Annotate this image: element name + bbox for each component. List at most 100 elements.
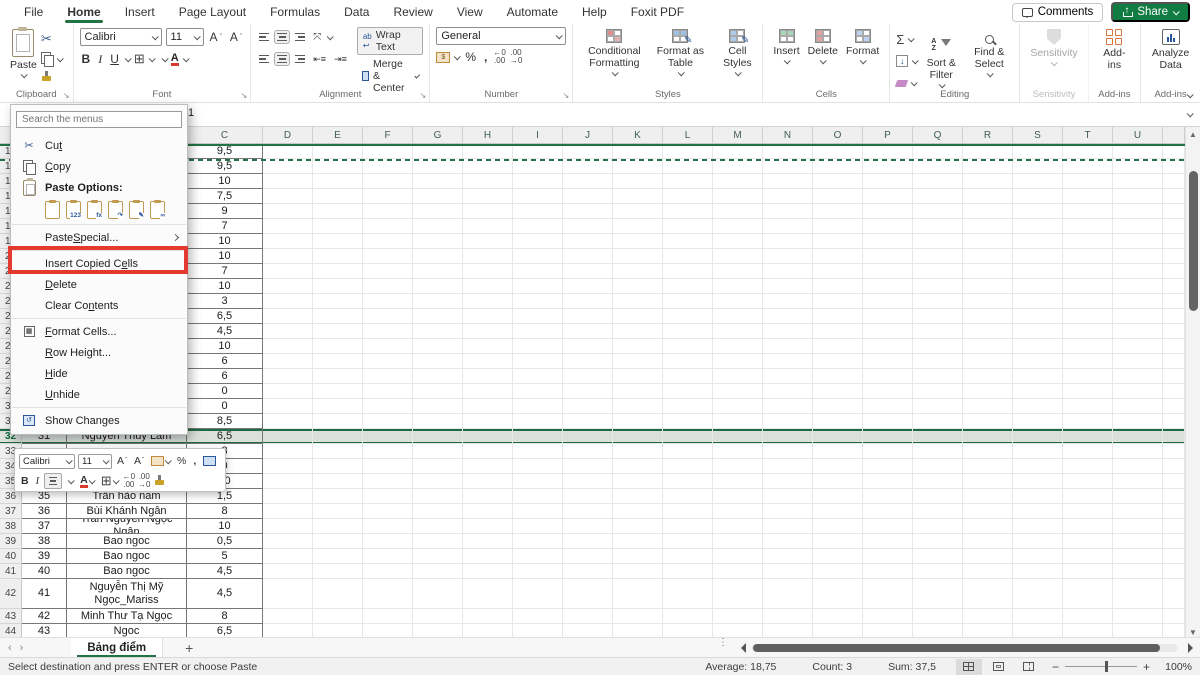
cell[interactable] (263, 159, 313, 174)
cell[interactable] (513, 309, 563, 324)
cell[interactable] (463, 294, 513, 309)
cell[interactable] (1113, 489, 1163, 504)
mini-borders-button[interactable]: ⊞ (99, 476, 120, 486)
cell[interactable] (713, 144, 763, 159)
cell[interactable] (1163, 429, 1185, 444)
cell[interactable] (1113, 504, 1163, 519)
cell[interactable] (913, 369, 963, 384)
cell[interactable] (463, 564, 513, 579)
mini-decrease-decimal-button[interactable]: .00→0 (138, 473, 150, 489)
ribbon-tab-automate[interactable]: Automate (495, 0, 570, 24)
cell[interactable] (963, 324, 1013, 339)
cell[interactable] (413, 174, 463, 189)
cell[interactable] (663, 564, 713, 579)
cell[interactable] (513, 279, 563, 294)
cell[interactable] (1163, 444, 1185, 459)
cell[interactable] (513, 159, 563, 174)
cell[interactable] (1113, 609, 1163, 624)
menu-item-unhide[interactable]: Unhide (11, 384, 187, 405)
cell[interactable] (713, 489, 763, 504)
ribbon-tab-formulas[interactable]: Formulas (258, 0, 332, 24)
cell[interactable] (1013, 444, 1063, 459)
cell[interactable] (613, 264, 663, 279)
scroll-up-icon[interactable]: ▲ (1189, 130, 1197, 139)
cell[interactable] (1063, 309, 1113, 324)
paste-values-icon[interactable]: 123 (66, 201, 81, 219)
cell[interactable] (913, 384, 963, 399)
cell[interactable] (463, 204, 513, 219)
cell[interactable] (663, 414, 713, 429)
cell[interactable] (1163, 549, 1185, 564)
cell[interactable] (1013, 384, 1063, 399)
cell[interactable] (613, 579, 663, 609)
cell[interactable] (513, 549, 563, 564)
cell[interactable] (763, 624, 813, 637)
row-header-39[interactable]: 39 (0, 534, 22, 549)
column-header-O[interactable]: O (813, 127, 863, 144)
column-header-D[interactable]: D (263, 127, 313, 144)
cell[interactable] (1013, 474, 1063, 489)
cell[interactable] (663, 549, 713, 564)
cell[interactable] (513, 144, 563, 159)
increase-indent-button[interactable]: ⇥≡ (332, 54, 349, 65)
cell[interactable] (713, 609, 763, 624)
cell[interactable] (713, 204, 763, 219)
cell[interactable] (563, 354, 613, 369)
cell[interactable] (313, 174, 363, 189)
cell[interactable] (513, 474, 563, 489)
cell[interactable] (363, 564, 413, 579)
cell[interactable] (813, 459, 863, 474)
cell[interactable] (763, 459, 813, 474)
mini-comma-button[interactable]: , (191, 455, 198, 467)
cell[interactable] (313, 324, 363, 339)
menu-item-delete[interactable]: Delete (11, 274, 187, 295)
cell[interactable] (363, 489, 413, 504)
align-center-button[interactable] (275, 53, 289, 66)
cell[interactable] (413, 204, 463, 219)
clipboard-dialog-launcher[interactable]: ↘ (63, 91, 70, 100)
cell[interactable]: 6,5 (187, 624, 263, 637)
cell[interactable] (913, 414, 963, 429)
cell[interactable] (863, 144, 913, 159)
cell[interactable] (463, 519, 513, 534)
cell[interactable] (1163, 294, 1185, 309)
cell[interactable] (1013, 324, 1063, 339)
cell[interactable] (1013, 234, 1063, 249)
mini-percent-button[interactable]: % (175, 455, 188, 467)
cell[interactable] (313, 264, 363, 279)
cell[interactable] (963, 489, 1013, 504)
cell[interactable] (1063, 519, 1113, 534)
cell[interactable] (663, 159, 713, 174)
cell[interactable] (963, 534, 1013, 549)
cell[interactable] (613, 159, 663, 174)
cell[interactable] (563, 579, 613, 609)
cell[interactable] (1163, 369, 1185, 384)
cell[interactable] (1113, 249, 1163, 264)
middle-align-button[interactable] (275, 31, 289, 44)
cell[interactable] (413, 504, 463, 519)
cell[interactable] (363, 429, 413, 444)
cell[interactable] (463, 384, 513, 399)
cell[interactable] (963, 399, 1013, 414)
cell[interactable] (813, 609, 863, 624)
cell[interactable] (363, 144, 413, 159)
cell[interactable] (463, 579, 513, 609)
vertical-scrollbar-thumb[interactable] (1189, 171, 1198, 311)
cell[interactable] (1013, 189, 1063, 204)
cell[interactable] (1013, 609, 1063, 624)
cell[interactable] (863, 474, 913, 489)
cell[interactable] (863, 489, 913, 504)
cell[interactable] (763, 144, 813, 159)
cell[interactable] (263, 204, 313, 219)
cell[interactable] (513, 294, 563, 309)
cell[interactable] (363, 339, 413, 354)
comments-button[interactable]: Comments (1012, 3, 1104, 22)
format-button[interactable]: Format (842, 27, 883, 66)
cell[interactable] (713, 339, 763, 354)
cell[interactable] (813, 489, 863, 504)
cell[interactable] (1163, 204, 1185, 219)
cell[interactable] (863, 234, 913, 249)
cell[interactable] (863, 264, 913, 279)
cell[interactable] (813, 204, 863, 219)
cell[interactable] (463, 324, 513, 339)
